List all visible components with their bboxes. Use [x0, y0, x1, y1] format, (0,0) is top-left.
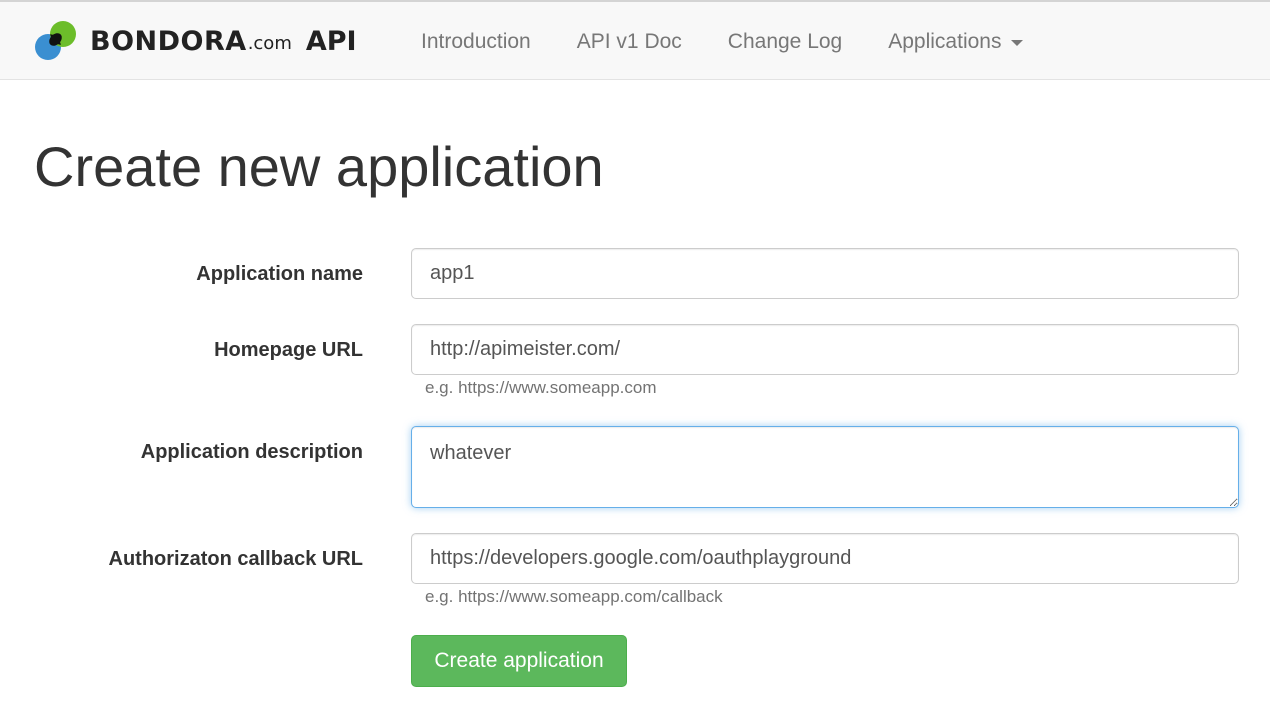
app-name-input[interactable] — [411, 248, 1239, 299]
top-navbar: BONDORA .com API Introduction API v1 Doc… — [0, 0, 1270, 80]
brand-link[interactable]: BONDORA .com API — [34, 16, 357, 66]
description-label: Application description — [140, 441, 363, 463]
caret-down-icon — [1011, 40, 1024, 46]
create-application-button[interactable]: Create application — [411, 635, 627, 687]
callback-url-help: e.g. https://www.someapp.com/callback — [425, 587, 723, 606]
page-title: Create new application — [34, 135, 604, 198]
nav-label: Change Log — [727, 30, 843, 53]
main-nav: Introduction API v1 Doc Change Log Appli… — [398, 2, 1046, 82]
homepage-url-help: e.g. https://www.someapp.com — [425, 378, 657, 397]
app-name-label: Application name — [196, 263, 363, 285]
homepage-url-label: Homepage URL — [214, 339, 363, 361]
description-textarea[interactable]: whatever — [411, 426, 1239, 508]
nav-label: Introduction — [421, 30, 531, 53]
brand-domain: .com — [247, 33, 292, 54]
brand-name: BONDORA — [90, 25, 247, 57]
bondora-logo-icon — [35, 21, 76, 60]
brand-api: API — [305, 25, 357, 57]
nav-label: Applications — [888, 30, 1002, 53]
nav-change-log[interactable]: Change Log — [705, 30, 865, 54]
homepage-url-input[interactable] — [411, 324, 1239, 375]
nav-introduction[interactable]: Introduction — [398, 30, 554, 54]
nav-label: API v1 Doc — [576, 30, 682, 53]
callback-url-input[interactable] — [411, 533, 1239, 584]
nav-api-v1-doc[interactable]: API v1 Doc — [554, 30, 705, 54]
callback-url-label: Authorizaton callback URL — [108, 548, 363, 570]
nav-applications-dropdown[interactable]: Applications — [865, 30, 1046, 54]
